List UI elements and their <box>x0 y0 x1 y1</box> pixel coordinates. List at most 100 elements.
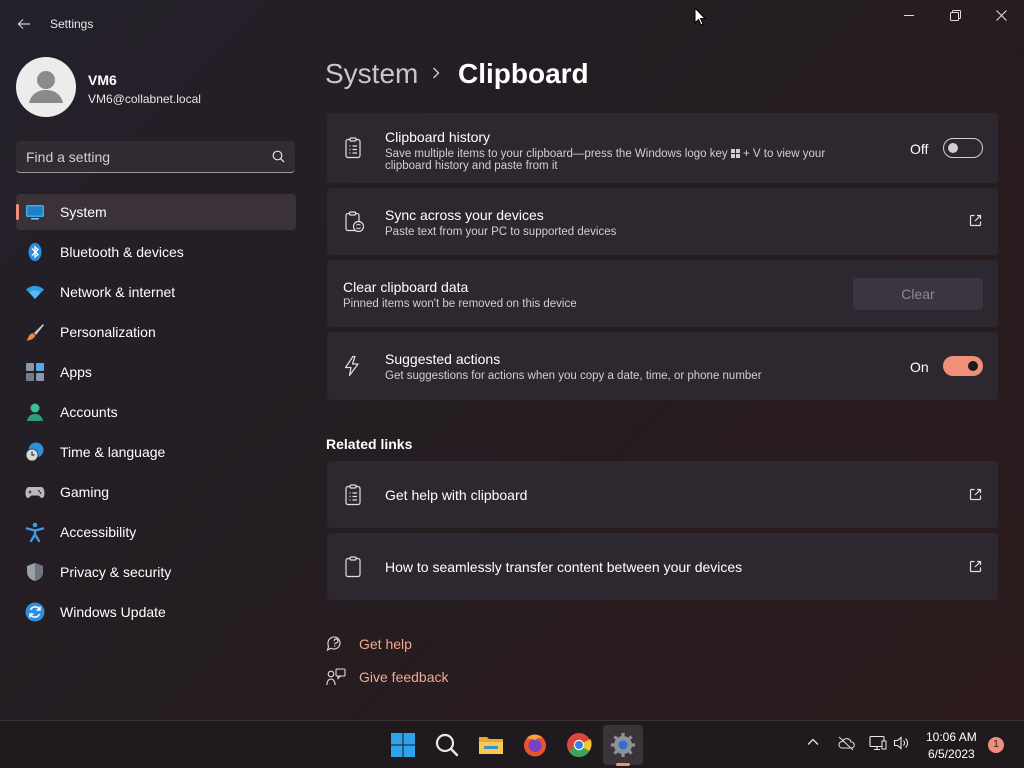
restore-button[interactable] <box>932 4 978 28</box>
minimize-icon <box>904 15 914 16</box>
sidebar-item-label: Bluetooth & devices <box>60 244 184 260</box>
sidebar-item-label: Accounts <box>60 404 118 420</box>
back-button[interactable] <box>12 12 36 36</box>
sidebar-item-time-language[interactable]: Time & language <box>16 434 296 470</box>
clipboard-history-card: Clipboard history Save multiple items to… <box>327 113 998 183</box>
search-input[interactable] <box>26 147 256 167</box>
description-text: clipboard history and paste from it <box>385 160 558 172</box>
wifi-icon <box>26 285 44 299</box>
related-link-clipboard-help[interactable]: Get help with clipboard <box>327 461 998 528</box>
related-link-label: Get help with clipboard <box>385 487 528 503</box>
sidebar-item-bluetooth[interactable]: Bluetooth & devices <box>16 234 296 270</box>
clear-button[interactable]: Clear <box>853 278 983 310</box>
app-title: Settings <box>50 17 94 31</box>
user-email: VM6@collabnet.local <box>88 92 201 106</box>
gamepad-icon <box>25 487 45 498</box>
bluetooth-icon <box>28 243 42 261</box>
clear-clipboard-description: Pinned items won't be removed on this de… <box>343 298 577 310</box>
system-icon <box>26 205 44 220</box>
chevron-right-icon <box>433 67 440 79</box>
clock-globe-icon <box>25 442 44 462</box>
sync-devices-title: Sync across your devices <box>385 207 544 223</box>
sidebar-item-label: Accessibility <box>60 524 137 540</box>
help-chat-icon <box>326 636 341 652</box>
sidebar-item-label: System <box>60 204 107 220</box>
get-help-label: Get help <box>359 636 412 652</box>
chrome-icon[interactable] <box>563 729 595 761</box>
sidebar-item-label: Network & internet <box>60 284 176 300</box>
sidebar-item-windows-update[interactable]: Windows Update <box>16 594 296 630</box>
title-bar: Settings <box>0 0 1024 48</box>
sidebar-item-privacy-security[interactable]: Privacy & security <box>16 554 296 590</box>
accounts-icon <box>27 403 43 421</box>
sidebar-item-apps[interactable]: Apps <box>16 354 296 390</box>
breadcrumb-parent[interactable]: System <box>325 58 418 90</box>
close-button[interactable] <box>978 4 1024 28</box>
sidebar-item-accounts[interactable]: Accounts <box>16 394 296 430</box>
apps-icon <box>26 363 44 381</box>
clear-clipboard-card: Clear clipboard data Pinned items won't … <box>327 260 998 327</box>
sidebar-item-label: Apps <box>60 364 92 380</box>
related-link-label: How to seamlessly transfer content betwe… <box>385 559 743 575</box>
notification-badge[interactable]: 1 <box>988 737 1004 753</box>
suggested-actions-state-label: On <box>910 359 929 375</box>
sidebar-item-system[interactable]: System <box>16 194 296 230</box>
toggle-knob <box>968 361 978 371</box>
sidebar-item-label: Personalization <box>60 324 156 340</box>
shield-icon <box>27 563 43 581</box>
sync-devices-card[interactable]: Sync across your devices Paste text from… <box>327 188 998 255</box>
toggle-knob <box>948 143 958 153</box>
clock-time[interactable]: 10:06 AM <box>926 730 977 744</box>
firefox-icon[interactable] <box>519 729 551 761</box>
search-icon[interactable] <box>431 729 463 761</box>
sidebar-item-gaming[interactable]: Gaming <box>16 474 296 510</box>
avatar[interactable] <box>16 57 76 117</box>
external-link-icon <box>969 488 982 501</box>
give-feedback-label: Give feedback <box>359 669 449 685</box>
settings-window: Settings VM6 VM6@collabnet.local System … <box>0 0 1024 720</box>
sidebar-item-label: Gaming <box>60 484 110 500</box>
suggested-actions-toggle[interactable] <box>943 356 983 376</box>
clock-date[interactable]: 6/5/2023 <box>928 747 975 761</box>
lightning-icon <box>344 355 359 377</box>
user-name: VM6 <box>88 72 117 88</box>
file-explorer-icon[interactable] <box>475 729 507 761</box>
onedrive-offline-icon[interactable] <box>837 735 855 751</box>
sidebar-item-personalization[interactable]: Personalization <box>16 314 296 350</box>
network-icon[interactable] <box>869 735 887 751</box>
clipboard-list-icon <box>345 484 361 506</box>
clear-clipboard-title: Clear clipboard data <box>343 279 469 295</box>
description-text: + V to view your <box>743 148 826 160</box>
mouse-cursor-icon <box>694 7 706 26</box>
sidebar-item-accessibility[interactable]: Accessibility <box>16 514 296 550</box>
sidebar-item-label: Time & language <box>60 444 166 460</box>
sidebar-item-network[interactable]: Network & internet <box>16 274 296 310</box>
taskbar: 10:06 AM 6/5/2023 1 <box>0 720 1024 768</box>
close-icon <box>995 10 1007 21</box>
back-arrow-icon <box>17 19 30 29</box>
volume-icon[interactable] <box>893 735 909 751</box>
person-icon <box>29 71 63 103</box>
update-icon <box>25 602 45 622</box>
restore-icon <box>949 10 961 21</box>
related-link-transfer-content[interactable]: How to seamlessly transfer content betwe… <box>327 533 998 600</box>
settings-gear-icon[interactable] <box>607 729 639 761</box>
brush-icon <box>26 324 44 341</box>
description-text: Save multiple items to your clipboard—pr… <box>385 148 728 160</box>
sync-devices-description: Paste text from your PC to supported dev… <box>385 226 617 238</box>
minimize-button[interactable] <box>886 4 932 28</box>
chevron-up-icon[interactable] <box>806 735 820 749</box>
sidebar-item-label: Windows Update <box>60 604 166 620</box>
active-app-indicator <box>616 763 630 766</box>
clipboard-icon <box>345 556 361 578</box>
clipboard-history-toggle[interactable] <box>943 138 983 158</box>
clipboard-sync-icon <box>345 211 365 233</box>
windows-start-icon[interactable] <box>387 729 419 761</box>
clipboard-history-title: Clipboard history <box>385 129 491 145</box>
sidebar-item-label: Privacy & security <box>60 564 172 580</box>
related-links-heading: Related links <box>326 436 413 452</box>
search-box[interactable] <box>16 141 295 173</box>
clipboard-list-icon <box>345 137 361 159</box>
windows-logo-icon <box>730 149 740 158</box>
suggested-actions-card: Suggested actions Get suggestions for ac… <box>327 332 998 400</box>
